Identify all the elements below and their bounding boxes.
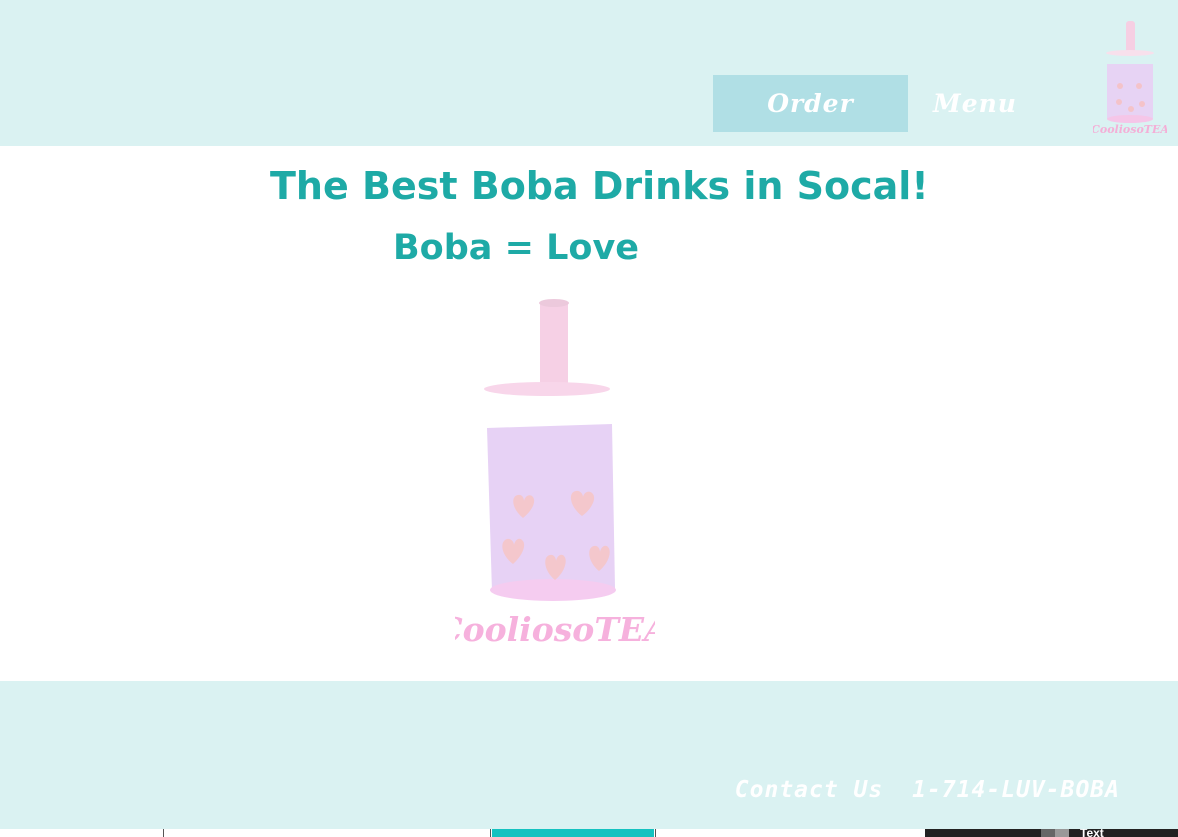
hero-boba-logo: CooliosoTEA bbox=[455, 299, 655, 649]
boba-straw bbox=[540, 302, 568, 384]
boba-lid bbox=[484, 382, 610, 396]
taskbar-dark-panel[interactable]: Text bbox=[925, 829, 1178, 837]
taskbar-divider bbox=[490, 829, 491, 837]
nav-order-button[interactable]: Order bbox=[713, 75, 908, 132]
taskbar-chip bbox=[1041, 829, 1055, 837]
bottom-taskbar-strip: Text bbox=[0, 829, 1178, 837]
hero-wordmark: CooliosoTEA bbox=[455, 610, 655, 649]
contact-us-link[interactable]: Contact Us bbox=[735, 777, 883, 803]
site-footer: Contact Us 1-714-LUV-BOBA bbox=[0, 681, 1178, 829]
page-headline: The Best Boba Drinks in Socal! bbox=[270, 164, 929, 208]
logo-wordmark: CooliosoTEA bbox=[1093, 123, 1167, 136]
contact-phone[interactable]: 1-714-LUV-BOBA bbox=[912, 777, 1120, 803]
taskbar-divider bbox=[655, 829, 656, 837]
boba-cup-base bbox=[490, 579, 616, 601]
site-header: Order Menu CooliosoTEA bbox=[0, 0, 1178, 146]
contact-line: Contact Us 1-714-LUV-BOBA bbox=[735, 777, 1120, 803]
brand-logo[interactable]: CooliosoTEA bbox=[1093, 16, 1167, 140]
logo-lid bbox=[1106, 50, 1154, 56]
page-subheadline: Boba = Love bbox=[393, 228, 639, 268]
taskbar-text-label: Text bbox=[1080, 829, 1104, 837]
taskbar-chip bbox=[1055, 829, 1069, 837]
nav-menu-link[interactable]: Menu bbox=[925, 75, 1025, 132]
taskbar-active-item[interactable] bbox=[492, 829, 654, 837]
logo-straw bbox=[1126, 21, 1135, 53]
taskbar-divider bbox=[163, 829, 164, 837]
